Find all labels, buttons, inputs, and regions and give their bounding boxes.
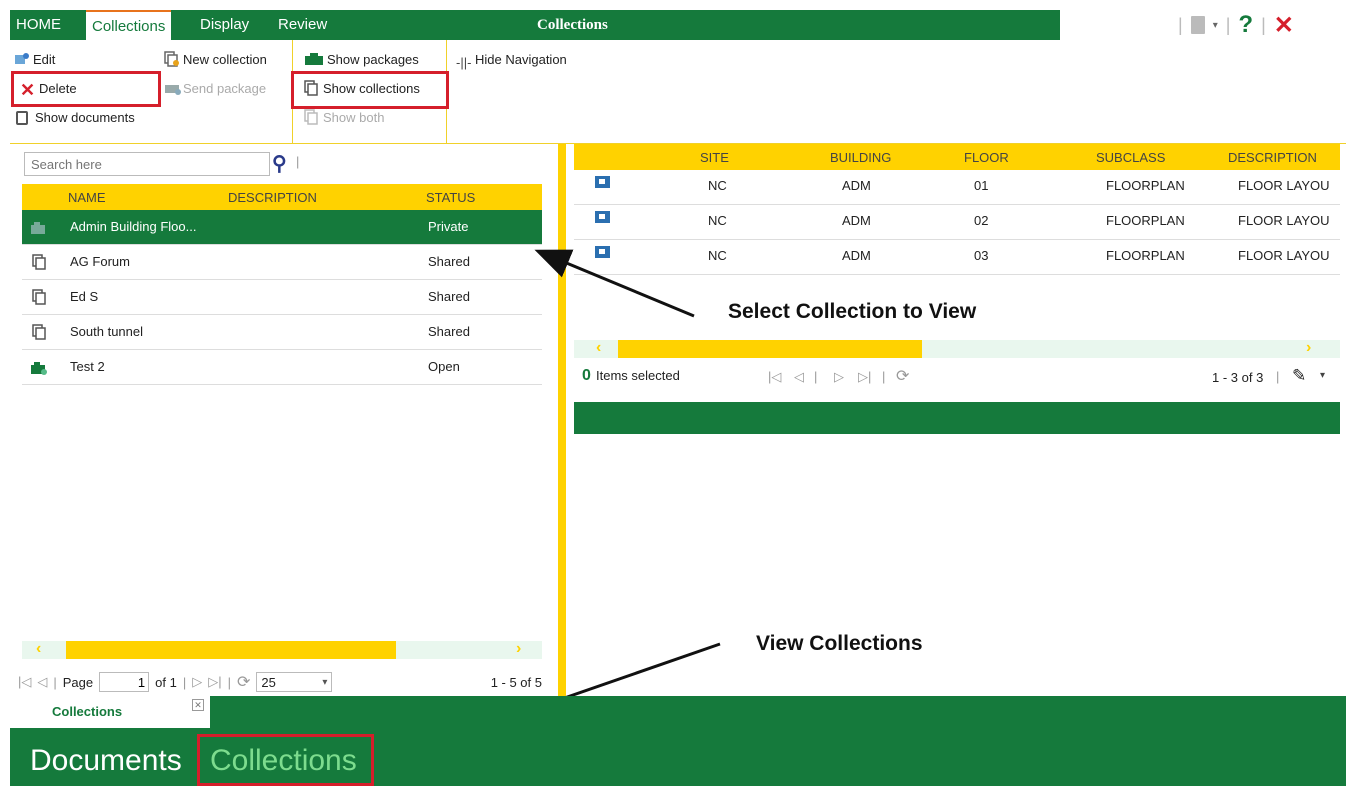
arrow-to-selected-row [534, 249, 695, 318]
annotation-select: Select Collection to View [728, 300, 977, 323]
collections-tab-label: Collections [52, 704, 123, 719]
documents-link[interactable]: Documents [30, 744, 182, 778]
close-tab-icon[interactable]: ✕ [192, 699, 204, 711]
annotation-arrows [374, 249, 721, 767]
collections-link-highlight [197, 734, 374, 786]
collections-tab[interactable]: Collections ✕ [10, 696, 210, 728]
annotation-view: View Collections [756, 632, 923, 655]
